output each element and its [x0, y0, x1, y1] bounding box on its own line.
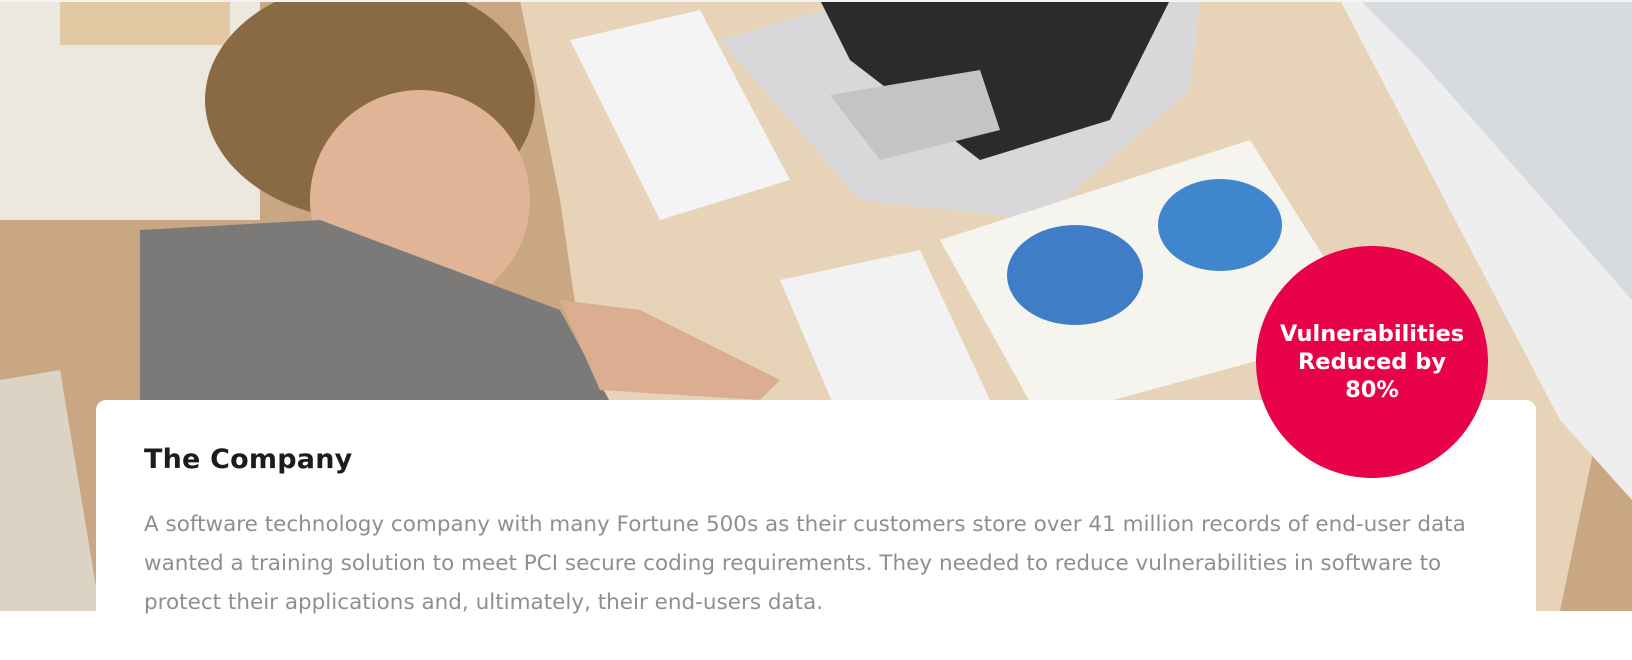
card-description: A software technology company with many …	[144, 512, 1466, 615]
chart-circle-left	[1007, 225, 1143, 325]
top-divider	[0, 0, 1632, 2]
stat-badge: Vulnerabilities Reduced by 80%	[1256, 246, 1488, 478]
shelf	[60, 0, 230, 45]
card-title: The Company	[144, 444, 353, 475]
chart-circle-right	[1158, 179, 1282, 271]
stat-badge-text: Vulnerabilities Reduced by 80%	[1279, 321, 1465, 403]
